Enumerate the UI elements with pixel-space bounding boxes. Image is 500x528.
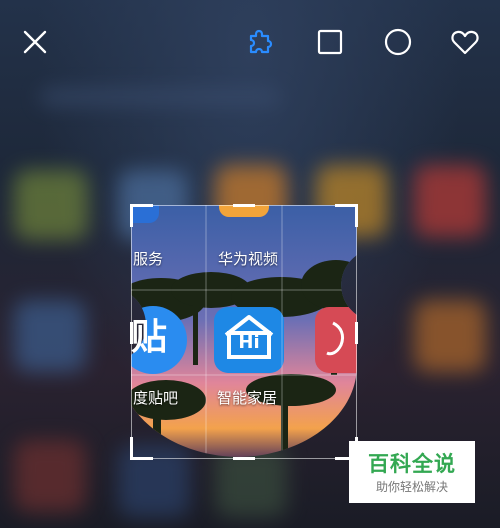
crop-handle-right[interactable] bbox=[355, 322, 358, 344]
heart-icon bbox=[451, 30, 479, 55]
square-shape-button[interactable] bbox=[310, 22, 350, 62]
watermark-brand: 百科全说 bbox=[368, 452, 456, 476]
crop-handle-bottom-left[interactable] bbox=[130, 437, 153, 460]
blurred-app-tile bbox=[414, 165, 486, 237]
crop-handle-top[interactable] bbox=[233, 204, 255, 207]
blurred-app-tile bbox=[14, 440, 86, 512]
crop-handle-top-left[interactable] bbox=[130, 204, 153, 227]
crop-handle-bottom[interactable] bbox=[233, 457, 255, 460]
circle-icon bbox=[384, 28, 412, 56]
close-icon bbox=[23, 30, 47, 54]
blurred-text bbox=[40, 90, 280, 104]
square-icon bbox=[317, 29, 343, 55]
crop-toolbar bbox=[0, 0, 500, 80]
heart-shape-button[interactable] bbox=[445, 22, 485, 62]
puzzle-icon bbox=[249, 29, 273, 54]
watermark-badge: 百科全说 助你轻松解决 bbox=[349, 441, 475, 503]
blurred-app-tile bbox=[14, 170, 88, 240]
blurred-app-tile bbox=[14, 300, 86, 372]
close-button[interactable] bbox=[15, 22, 55, 62]
puzzle-shape-button[interactable] bbox=[241, 22, 281, 62]
circle-shape-button[interactable] bbox=[378, 22, 418, 62]
blurred-app-tile bbox=[414, 300, 486, 372]
crop-handle-top-right[interactable] bbox=[335, 204, 358, 227]
crop-handle-left[interactable] bbox=[130, 322, 133, 344]
crop-frame[interactable] bbox=[130, 204, 358, 460]
watermark-slogan: 助你轻松解决 bbox=[375, 480, 448, 494]
